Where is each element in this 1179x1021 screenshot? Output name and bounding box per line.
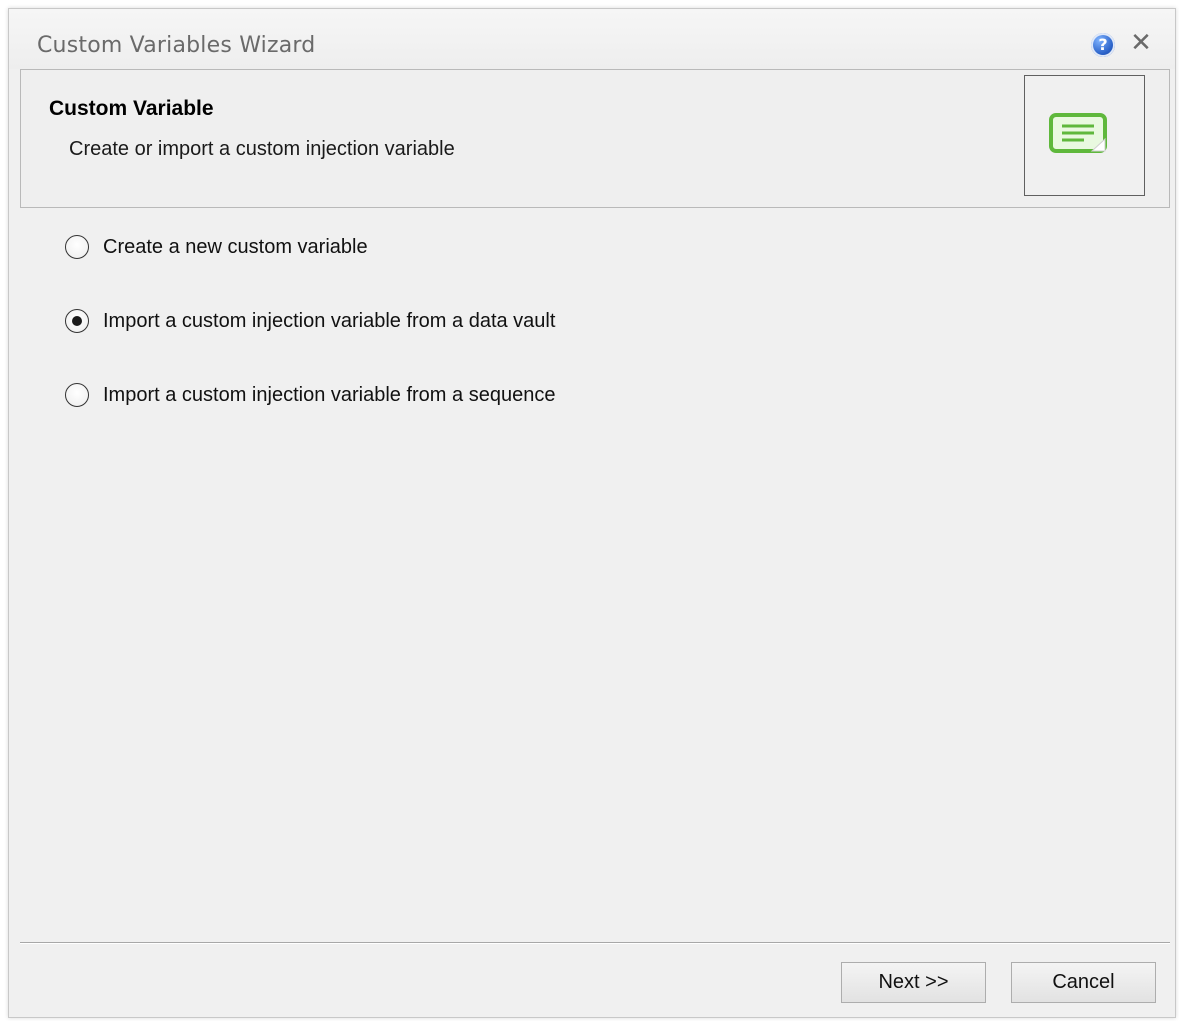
footer-separator [20,942,1170,944]
wizard-header: Custom Variable Create or import a custo… [20,69,1170,208]
header-image-frame [1024,75,1145,196]
cancel-button[interactable]: Cancel [1011,962,1156,1003]
option-label: Import a custom injection variable from … [103,310,556,332]
note-icon [1049,113,1107,153]
next-button[interactable]: Next >> [841,962,986,1003]
option-label: Create a new custom variable [103,236,368,258]
radio-import-sequence[interactable] [65,383,89,407]
option-label: Import a custom injection variable from … [103,384,556,406]
close-icon[interactable]: ✕ [1128,29,1154,57]
page-title: Custom Variable [49,97,214,120]
wizard-window: Custom Variables Wizard ? ✕ Custom Varia… [8,8,1176,1018]
page-subtitle: Create or import a custom injection vari… [69,138,455,160]
window-title: Custom Variables Wizard [37,33,316,58]
help-icon[interactable]: ? [1091,33,1115,57]
radio-import-data-vault[interactable] [65,309,89,333]
radio-create-new[interactable] [65,235,89,259]
title-bar[interactable]: Custom Variables Wizard ? ✕ [9,9,1175,69]
